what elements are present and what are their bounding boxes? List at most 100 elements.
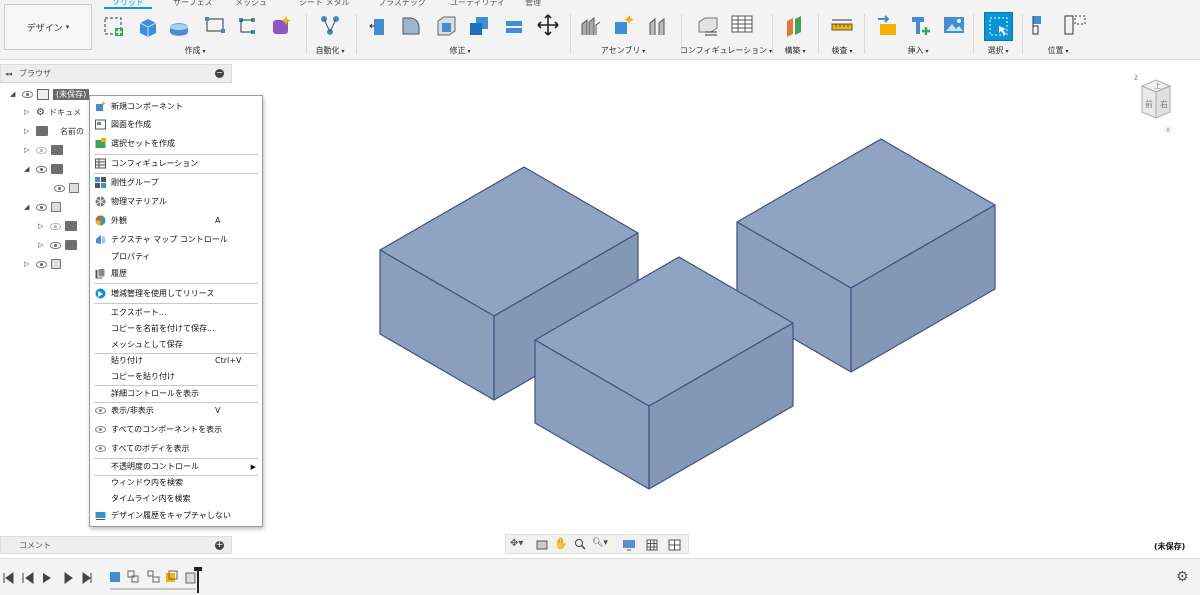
visibility-eye-icon[interactable] (36, 203, 47, 211)
group-label-construct[interactable]: 構築 (785, 45, 806, 56)
create-sketch-icon[interactable] (103, 16, 125, 38)
tree-root[interactable]: ◢ (未保存) (10, 86, 90, 102)
workspace-switcher[interactable]: デザイン (4, 4, 92, 50)
timeline-settings-gear-icon[interactable]: ⚙ (1176, 569, 1189, 585)
tab-manage[interactable]: 管理 (525, 0, 541, 8)
revolve-icon[interactable] (168, 15, 190, 37)
fillet-icon[interactable] (400, 15, 422, 37)
tree-item-named-views[interactable]: ▷ 名前の (24, 123, 84, 139)
offset-face-icon[interactable] (503, 15, 525, 37)
display-settings-icon[interactable] (622, 539, 636, 551)
expand-arrow-icon[interactable]: ▷ (24, 108, 32, 116)
viewcube-front-label[interactable]: 前 (1145, 99, 1153, 109)
tab-mesh[interactable]: メッシュ (235, 0, 267, 8)
extrude-icon[interactable] (136, 15, 158, 37)
group-label-modify[interactable]: 修正 (450, 45, 471, 56)
move-icon[interactable] (537, 14, 559, 36)
visibility-eye-icon[interactable] (54, 184, 65, 192)
group-label-create[interactable]: 作成 (185, 45, 206, 56)
menu-item-show-hide[interactable]: 表示/非表示 V (90, 402, 262, 419)
visibility-eye-icon[interactable] (22, 90, 33, 98)
menu-item-properties[interactable]: プロパティ (90, 248, 262, 265)
menu-item-texture-map-control[interactable]: テクスチャ マップ コントロール (90, 231, 262, 248)
expand-arrow-icon[interactable]: ◢ (10, 90, 18, 98)
menu-item-export[interactable]: エクスポート... (90, 304, 262, 321)
menu-item-paste-copy[interactable]: コピーを貼り付け (90, 368, 262, 385)
visibility-eye-icon[interactable] (50, 241, 61, 249)
group-label-position[interactable]: 位置 (1048, 45, 1069, 56)
collapse-browser-icon[interactable]: ◂◂ (5, 70, 12, 78)
automate-icon[interactable] (319, 14, 341, 36)
joint-icon[interactable] (580, 15, 602, 37)
tree-item-origin[interactable]: ▷ (24, 142, 63, 158)
timeline-features[interactable] (108, 567, 208, 593)
tab-solid[interactable]: ソリッド (104, 0, 152, 9)
tree-item-body[interactable] (54, 180, 79, 196)
expand-arrow-icon[interactable]: ◢ (24, 165, 32, 173)
tree-item-bodies[interactable]: ◢ (24, 161, 63, 177)
menu-item-history[interactable]: 履歴 (90, 265, 262, 282)
as-built-joint-icon[interactable] (647, 15, 669, 37)
rectangle-sketch-icon[interactable] (204, 15, 226, 37)
group-label-insert[interactable]: 挿入 (908, 45, 929, 56)
expand-arrow-icon[interactable]: ▷ (38, 222, 46, 230)
tree-item-document-settings[interactable]: ▷ ⚙ ドキュメ (24, 104, 81, 120)
insert-derive-icon[interactable] (876, 14, 898, 36)
tree-item-sub-bodies[interactable]: ▷ (38, 237, 77, 253)
menu-item-create-selection-set[interactable]: 選択セットを作成 (90, 135, 262, 152)
menu-item-find-in-timeline[interactable]: タイムライン内を検索 (90, 490, 262, 507)
menu-item-paste[interactable]: 貼り付け Ctrl+V (90, 352, 262, 369)
insert-canvas-icon[interactable] (943, 15, 965, 37)
menu-item-save-as-mesh[interactable]: メッシュとして保存 (90, 336, 262, 353)
measure-icon[interactable] (831, 15, 853, 37)
press-pull-icon[interactable] (368, 15, 390, 37)
pan-icon[interactable]: ✋ (554, 537, 568, 550)
capture-position-icon[interactable] (1063, 14, 1089, 36)
new-component-ribbon-icon[interactable] (613, 14, 635, 36)
add-comment-icon[interactable]: + (215, 541, 224, 550)
viewport-model[interactable] (370, 130, 1010, 500)
tab-utilities[interactable]: ユーティリティ (450, 0, 505, 8)
menu-item-find-in-window[interactable]: ウィンドウ内を検索 (90, 474, 262, 491)
menu-item-new-component[interactable]: 新規コンポーネント (90, 98, 262, 115)
form-icon[interactable] (270, 14, 292, 36)
zoom-window-icon[interactable]: 🔍︎▾ (592, 538, 608, 548)
timeline-playback-controls[interactable] (3, 572, 95, 584)
line-sketch-icon[interactable] (236, 15, 258, 37)
expand-arrow-icon[interactable]: ▷ (24, 146, 32, 154)
expand-arrow-icon[interactable]: ▷ (24, 127, 32, 135)
menu-item-physical-material[interactable]: 物理マテリアル (90, 193, 262, 210)
viewcube-top-label[interactable]: 上 (1154, 81, 1161, 90)
tab-surface[interactable]: サーフェス (173, 0, 213, 8)
menu-item-create-drawing[interactable]: 図面を作成 (90, 116, 262, 133)
group-label-configuration[interactable]: コンフィギュレーション (680, 45, 772, 56)
orbit-icon[interactable]: ✥▾ (510, 538, 523, 549)
group-label-assemble[interactable]: アセンブリ (601, 45, 646, 56)
group-label-select[interactable]: 選択 (988, 45, 1009, 56)
browser-minimize-icon[interactable]: − (215, 69, 224, 78)
menu-item-save-copy-as[interactable]: コピーを名前を付けて保存... (90, 320, 262, 337)
menu-item-show-detail-control[interactable]: 詳細コントロールを表示 (90, 385, 262, 402)
menu-item-configuration[interactable]: コンフィギュレーション (90, 155, 262, 172)
configuration-table-icon[interactable] (731, 14, 753, 36)
viewports-icon[interactable] (668, 539, 681, 551)
configure-icon[interactable] (697, 15, 719, 37)
group-label-automate[interactable]: 自動化 (316, 45, 345, 56)
visibility-eye-hidden-icon[interactable] (50, 222, 61, 230)
combine-icon[interactable] (468, 15, 490, 37)
visibility-eye-hidden-icon[interactable] (36, 146, 47, 154)
expand-arrow-icon[interactable]: ▷ (24, 260, 32, 268)
align-icon[interactable] (1031, 14, 1057, 36)
menu-item-do-not-capture-history[interactable]: デザイン履歴をキャプチャしない (90, 507, 262, 524)
tab-sheet-metal[interactable]: シート メタル (299, 0, 350, 8)
menu-item-opacity-control[interactable]: 不透明度のコントロール ▶ (90, 458, 262, 475)
select-tool[interactable] (984, 12, 1013, 41)
viewcube[interactable]: 上 前 右 Z X (1132, 74, 1176, 134)
menu-item-appearance[interactable]: 外観 A (90, 212, 262, 229)
viewcube-right-label[interactable]: 右 (1160, 99, 1168, 109)
expand-arrow-icon[interactable]: ▷ (38, 241, 46, 249)
tree-item-component[interactable]: ◢ (24, 199, 61, 215)
zoom-icon[interactable] (574, 538, 586, 550)
visibility-eye-icon[interactable] (36, 260, 47, 268)
menu-item-release[interactable]: 増減管理を使用してリリース (90, 285, 262, 302)
